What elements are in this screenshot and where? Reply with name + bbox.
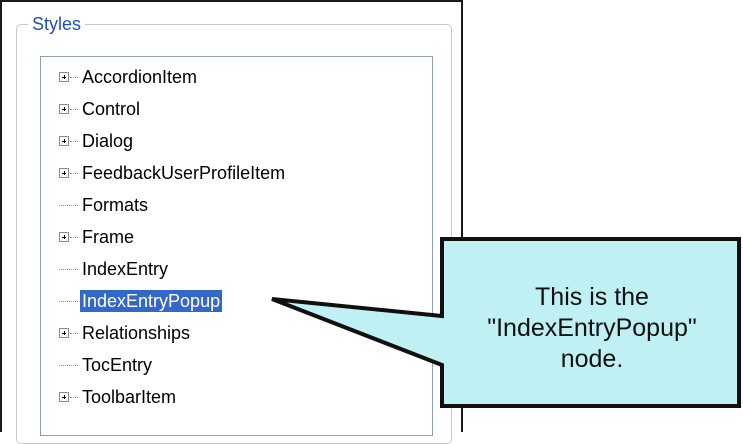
callout-line-1: This is the	[535, 283, 649, 311]
callout-line-3: node.	[560, 345, 624, 373]
callout-line-2: "IndexEntryPopup"	[487, 314, 697, 342]
callout-text: This is the "IndexEntryPopup" node.	[446, 282, 738, 375]
